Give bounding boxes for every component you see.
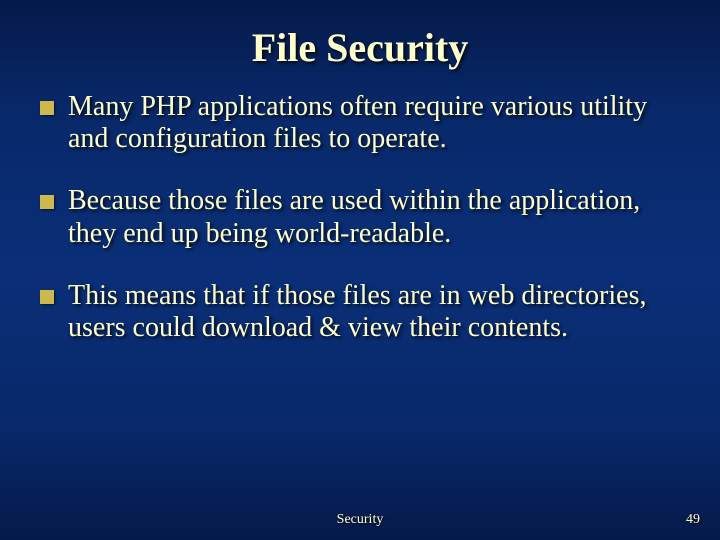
- bullet-text: This means that if those files are in we…: [68, 280, 680, 344]
- bullet-text: Many PHP applications often require vari…: [68, 91, 680, 155]
- slide-body: Many PHP applications often require vari…: [0, 71, 720, 344]
- slide: File Security Many PHP applications ofte…: [0, 0, 720, 540]
- bullet-item: Because those files are used within the …: [40, 185, 680, 249]
- bullet-item: Many PHP applications often require vari…: [40, 91, 680, 155]
- square-bullet-icon: [40, 290, 54, 304]
- bullet-item: This means that if those files are in we…: [40, 280, 680, 344]
- footer-label: Security: [0, 512, 720, 528]
- page-number: 49: [686, 512, 700, 528]
- square-bullet-icon: [40, 101, 54, 115]
- slide-title: File Security: [0, 0, 720, 71]
- bullet-text: Because those files are used within the …: [68, 185, 680, 249]
- square-bullet-icon: [40, 195, 54, 209]
